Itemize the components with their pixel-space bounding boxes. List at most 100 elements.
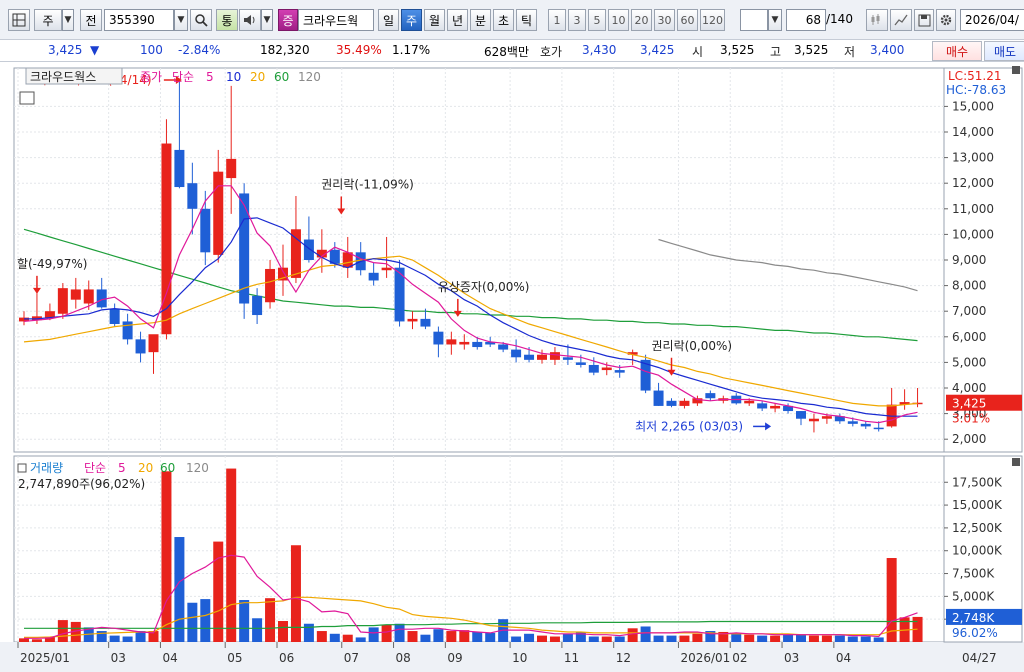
low-price: 3,400	[870, 43, 905, 57]
low-label: 저	[844, 45, 856, 59]
volume-bar-51	[679, 635, 690, 642]
period-button-4[interactable]: 분	[470, 9, 491, 31]
interval-input[interactable]	[740, 9, 768, 31]
annotation-event-label-4: 유상증자(0,00%)	[438, 280, 530, 294]
legend-table-icon	[19, 91, 35, 105]
price-legend-close-label: 종가	[140, 70, 162, 84]
volume-bar-29	[394, 623, 405, 642]
period-button-6[interactable]: 틱	[516, 9, 537, 31]
volume-bar-64	[847, 636, 858, 642]
volume-bar-35	[472, 631, 483, 642]
count-input[interactable]: 68	[786, 9, 826, 31]
sell-button[interactable]: 매도	[984, 41, 1024, 61]
price-legend-ma-10: 10	[226, 70, 241, 84]
period-button-1[interactable]: 주	[401, 9, 422, 31]
date-input[interactable]: 2026/04/	[960, 9, 1024, 31]
stock-name-field[interactable]: 크라우드웍	[298, 9, 374, 31]
period-button-2[interactable]: 월	[424, 9, 445, 31]
tong-button[interactable]: 통	[216, 9, 238, 31]
search-icon	[194, 13, 208, 27]
chevron-down-icon: ▼	[64, 15, 72, 25]
chevron-down-icon: ▼	[177, 15, 185, 25]
quote-bar: 3,425 ▼ 100 -2.84% 182,320 35.49% 1.17% …	[0, 40, 1024, 62]
interval-button-10[interactable]: 10	[608, 9, 629, 31]
candle-body-51	[679, 400, 690, 406]
price-tick-label-5: 7,000	[952, 304, 986, 318]
volume-value: 182,320	[260, 43, 310, 57]
volume-legend-ma-60: 60	[160, 461, 175, 475]
volume-bar-57	[757, 635, 768, 642]
trend-tool-button[interactable]	[890, 9, 912, 31]
jeung-button[interactable]: 증	[278, 9, 298, 31]
price-tick-label-7: 9,000	[952, 253, 986, 267]
annotation-event-label-5: 권리락(0,00%)	[652, 339, 733, 353]
volume-bar-66	[873, 637, 884, 642]
candle-body-34	[459, 341, 470, 345]
interval-button-1[interactable]: 1	[548, 9, 566, 31]
current-price: 3,425	[48, 43, 83, 57]
candle-body-2	[44, 311, 55, 318]
sound-dropdown[interactable]: ▼	[261, 9, 273, 31]
price-legend-ma-20: 20	[250, 70, 265, 84]
chart-type-button[interactable]	[866, 9, 888, 31]
candle-body-66	[873, 427, 884, 430]
volume-bar-65	[860, 636, 871, 642]
volume-legend-ma-5: 5	[118, 461, 126, 475]
interval-button-120[interactable]: 120	[700, 9, 725, 31]
candle-body-35	[472, 341, 483, 348]
candle-body-56	[744, 400, 755, 404]
search-button[interactable]	[190, 9, 212, 31]
price-tick-label-3: 5,000	[952, 355, 986, 369]
interval-button-30[interactable]: 30	[654, 9, 675, 31]
period-type-button[interactable]: 주	[34, 9, 62, 31]
candle-body-21	[290, 229, 301, 278]
trend-line-icon	[894, 14, 908, 26]
open-price: 3,525	[720, 43, 755, 57]
volume-bar-50	[666, 635, 677, 642]
candle-body-8	[122, 321, 133, 340]
volume-panel-close-icon	[1012, 458, 1020, 466]
x-tick-label-4: 06	[279, 651, 294, 665]
change-arrow: ▼	[90, 43, 100, 57]
x-tick-label-6: 08	[396, 651, 411, 665]
buy-button[interactable]: 매수	[932, 41, 982, 61]
x-tick-label-14: 04	[836, 651, 851, 665]
x-tick-label-2: 04	[162, 651, 177, 665]
period-button-0[interactable]: 일	[378, 9, 399, 31]
turnover-rate: 35.49%	[336, 43, 382, 57]
candle-body-5	[83, 289, 94, 304]
price-tick-label-4: 6,000	[952, 330, 986, 344]
candle-body-15	[213, 171, 224, 255]
volume-current-tag-label: 2,748K	[952, 611, 995, 625]
stock-code-input[interactable]: 355390	[104, 9, 174, 31]
ratio-value: 1.17%	[392, 43, 431, 57]
x-tick-label-9: 11	[564, 651, 579, 665]
interval-button-group: 1 3 5 10 20 30 60 120	[548, 9, 738, 31]
volume-bar-23	[316, 631, 327, 642]
sound-button[interactable]	[239, 9, 261, 31]
candle-body-44	[588, 364, 599, 373]
interval-dropdown[interactable]: ▼	[768, 9, 782, 31]
price-panel-close-icon	[1012, 66, 1020, 74]
volume-bar-26	[355, 637, 366, 642]
volume-current-pct: 96.02%	[952, 626, 998, 640]
interval-button-20[interactable]: 20	[631, 9, 652, 31]
stock-chart[interactable]: 2,0003,0004,0005,0006,0007,0008,0009,000…	[0, 62, 1024, 672]
prev-button[interactable]: 전	[80, 9, 102, 31]
save-icon	[918, 14, 930, 26]
volume-bar-55	[731, 633, 742, 642]
period-button-5[interactable]: 초	[493, 9, 514, 31]
period-button-3[interactable]: 년	[447, 9, 468, 31]
interval-button-60[interactable]: 60	[677, 9, 698, 31]
interval-button-5[interactable]: 5	[588, 9, 606, 31]
volume-bar-8	[122, 636, 133, 642]
chevron-down-icon: ▼	[771, 15, 779, 25]
volume-tick-label-5: 15,000K	[952, 498, 1003, 512]
stock-code-dropdown[interactable]: ▼	[174, 9, 188, 31]
chart-layout-button[interactable]	[8, 9, 30, 31]
interval-button-3[interactable]: 3	[568, 9, 586, 31]
settings-button[interactable]	[936, 9, 956, 31]
period-type-dropdown[interactable]: ▼	[62, 9, 74, 31]
volume-legend-ma-label: 단순	[84, 461, 106, 475]
save-button[interactable]	[914, 9, 934, 31]
